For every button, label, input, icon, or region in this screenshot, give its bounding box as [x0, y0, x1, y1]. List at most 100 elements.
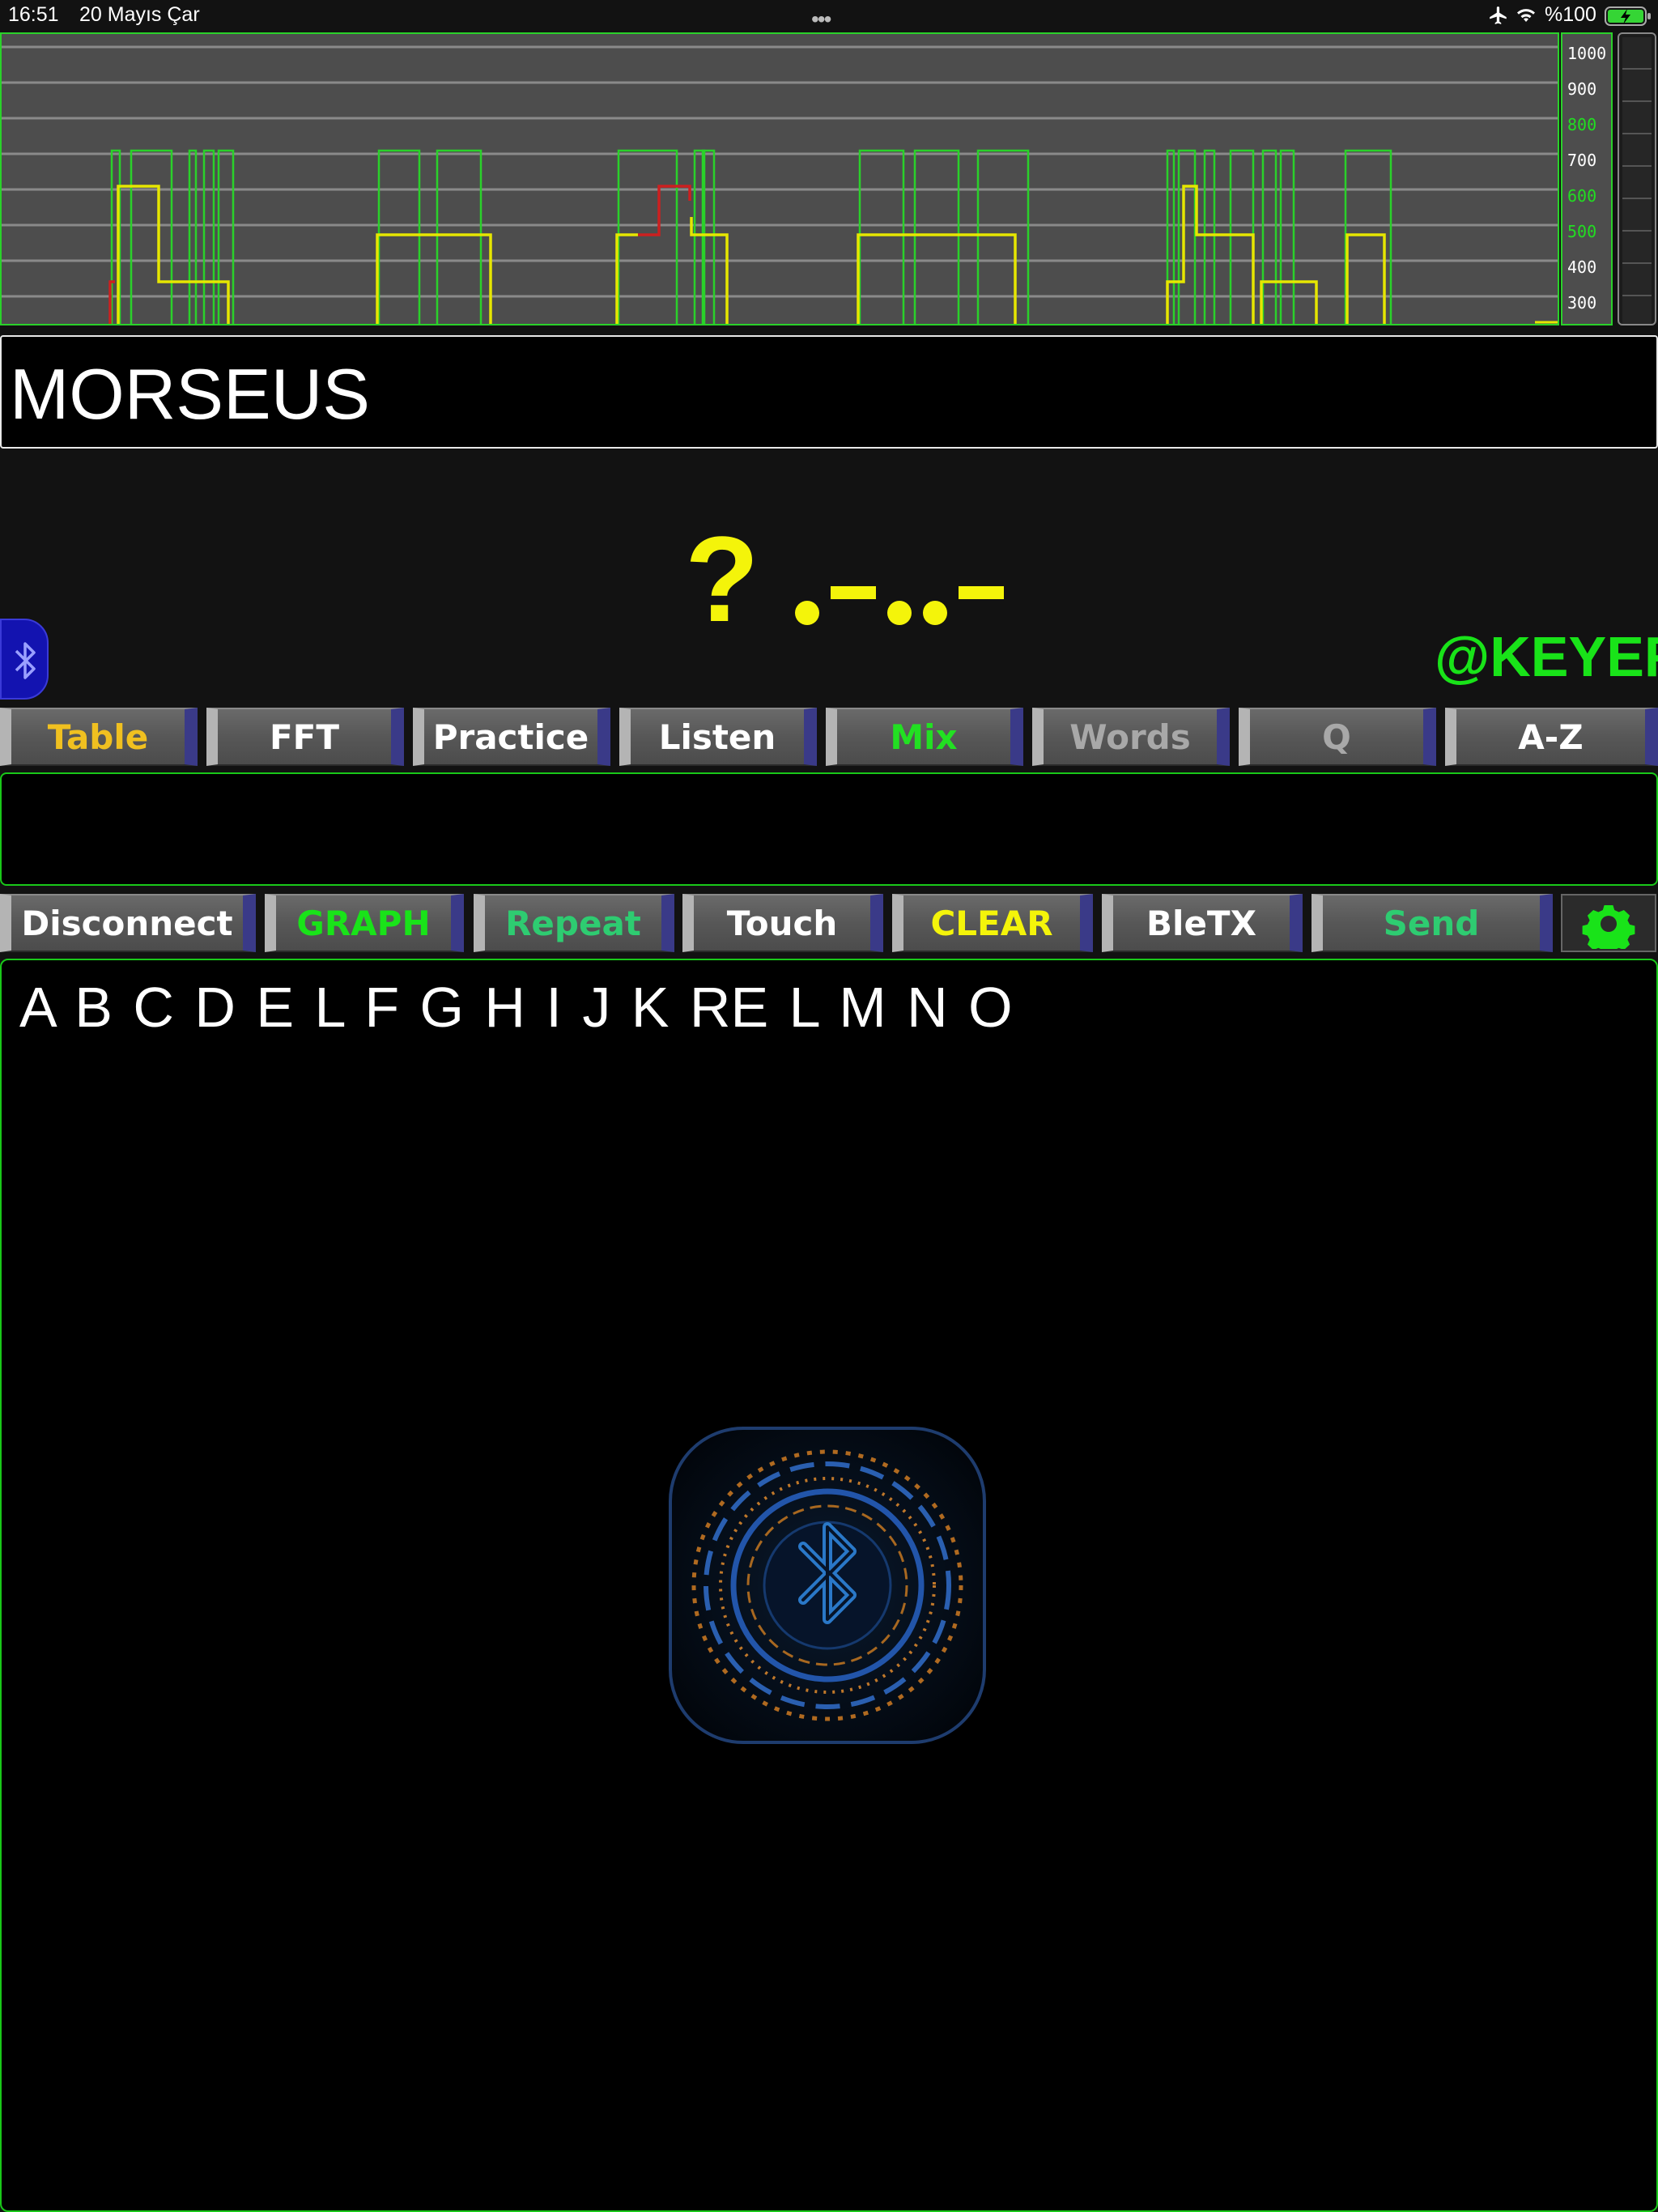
morse-dot — [887, 601, 912, 625]
page-title: MORSEUS — [10, 354, 370, 434]
frequency-trace — [690, 217, 729, 324]
keying-pulse — [202, 149, 215, 324]
keying-pulse — [436, 149, 483, 324]
tab-a-z[interactable]: A-Z — [1445, 708, 1658, 766]
bletx-button[interactable]: BleTX — [1102, 894, 1303, 952]
keying-pulse — [1229, 149, 1255, 324]
button-label: GRAPH — [296, 903, 431, 943]
received-text: A B C D E L F G H I J K RE L M N O — [19, 976, 1013, 1039]
airplane-icon — [1488, 5, 1509, 30]
button-label: Touch — [726, 903, 838, 943]
status-date: 20 Mayıs Çar — [79, 3, 200, 26]
tab-label: Table — [47, 717, 149, 757]
decoded-character: ? — [685, 511, 759, 647]
level-meter-segment — [1622, 199, 1652, 232]
frequency-trace — [615, 233, 638, 324]
frequency-trace — [1346, 233, 1386, 324]
morse-dash — [831, 586, 876, 599]
battery-percent: %100 — [1545, 3, 1596, 26]
keying-pulse — [1279, 149, 1295, 324]
tab-label: Words — [1069, 717, 1191, 757]
frequency-trace-error — [638, 185, 691, 236]
frequency-trace — [1166, 185, 1255, 324]
tab-words[interactable]: Words — [1032, 708, 1230, 766]
level-meter-segment — [1622, 264, 1652, 296]
morse-dash — [959, 586, 1004, 599]
send-button[interactable]: Send — [1312, 894, 1553, 952]
level-meter-segment — [1622, 167, 1652, 199]
tab-label: Practice — [432, 717, 589, 757]
level-meter-segment — [1622, 296, 1652, 324]
status-time: 16:51 — [8, 3, 59, 26]
button-label: Disconnect — [21, 903, 233, 943]
tab-mix[interactable]: Mix — [826, 708, 1023, 766]
scale-label: 400 — [1567, 257, 1597, 277]
tab-label: A-Z — [1518, 717, 1584, 757]
tab-label: Mix — [890, 717, 958, 757]
morse-dot — [923, 601, 947, 625]
signal-graph[interactable] — [0, 32, 1559, 325]
keyer-label: @KEYER — [1435, 625, 1658, 688]
graph-button[interactable]: GRAPH — [265, 894, 464, 952]
tab-practice[interactable]: Practice — [413, 708, 610, 766]
bluetooth-side-button[interactable] — [0, 619, 49, 700]
multitasking-dots-icon[interactable]: ••• — [811, 6, 831, 32]
scale-label: 600 — [1567, 186, 1597, 206]
keying-pulse — [130, 149, 173, 324]
level-meter-segment — [1622, 102, 1652, 134]
level-meter-segment — [1622, 70, 1652, 102]
wifi-icon — [1514, 5, 1538, 30]
battery-charging-icon — [1605, 6, 1653, 30]
frequency-scale: 1000 900 800 700 600 500 400 300 — [1561, 32, 1613, 325]
tab-label: Q — [1322, 717, 1351, 757]
level-meter — [1618, 32, 1656, 325]
keying-pulse — [1177, 149, 1197, 324]
level-meter-segment — [1622, 37, 1652, 70]
scale-label: 900 — [1567, 79, 1597, 99]
tab-label: Listen — [658, 717, 776, 757]
button-label: Repeat — [505, 903, 641, 943]
keying-pulse — [1203, 149, 1216, 324]
keying-pulse — [976, 149, 1030, 324]
frequency-trace — [857, 233, 1017, 324]
keying-pulse — [377, 149, 421, 324]
tab-table[interactable]: Table — [0, 708, 198, 766]
disconnect-button[interactable]: Disconnect — [0, 894, 256, 952]
scale-label: 800 — [1567, 115, 1597, 134]
keying-pulse — [858, 149, 905, 324]
tab-fft[interactable]: FFT — [206, 708, 404, 766]
scale-label: 300 — [1567, 293, 1597, 313]
keying-pulse — [617, 149, 678, 324]
tab-label: FFT — [269, 717, 340, 757]
tab-q[interactable]: Q — [1239, 708, 1436, 766]
button-label: Send — [1383, 903, 1480, 943]
button-label: BleTX — [1146, 903, 1256, 943]
status-bar: 16:51 20 Mayıs Çar ••• %100 — [0, 0, 1658, 32]
frequency-trace — [117, 185, 230, 324]
clear-button[interactable]: CLEAR — [892, 894, 1093, 952]
bluetooth-icon — [11, 640, 39, 686]
frequency-trace — [1260, 280, 1318, 324]
keying-pulse — [188, 149, 198, 324]
keying-pulse — [217, 149, 235, 324]
tab-listen[interactable]: Listen — [619, 708, 817, 766]
repeat-button[interactable]: Repeat — [474, 894, 674, 952]
keying-pulse — [1261, 149, 1278, 324]
morse-dot — [795, 601, 819, 625]
keying-pulse — [913, 149, 960, 324]
action-bar: Disconnect GRAPH Repeat Touch CLEAR BleT… — [0, 891, 1658, 955]
touch-button[interactable]: Touch — [682, 894, 883, 952]
scale-label: 700 — [1567, 151, 1597, 170]
bluetooth-logo-icon — [667, 1425, 988, 1746]
mode-tab-bar: Table FFT Practice Listen Mix Words Q A-… — [0, 706, 1658, 768]
title-box: MORSEUS — [0, 335, 1658, 449]
transmit-text-input[interactable] — [0, 772, 1658, 886]
gear-icon — [1576, 899, 1641, 955]
scale-label: 1000 — [1567, 44, 1607, 63]
scale-label: 500 — [1567, 222, 1597, 241]
level-meter-segment — [1622, 134, 1652, 167]
frequency-trace — [376, 233, 492, 324]
level-meter-segment — [1622, 232, 1652, 264]
settings-button[interactable] — [1561, 894, 1656, 955]
button-label: CLEAR — [930, 903, 1053, 943]
